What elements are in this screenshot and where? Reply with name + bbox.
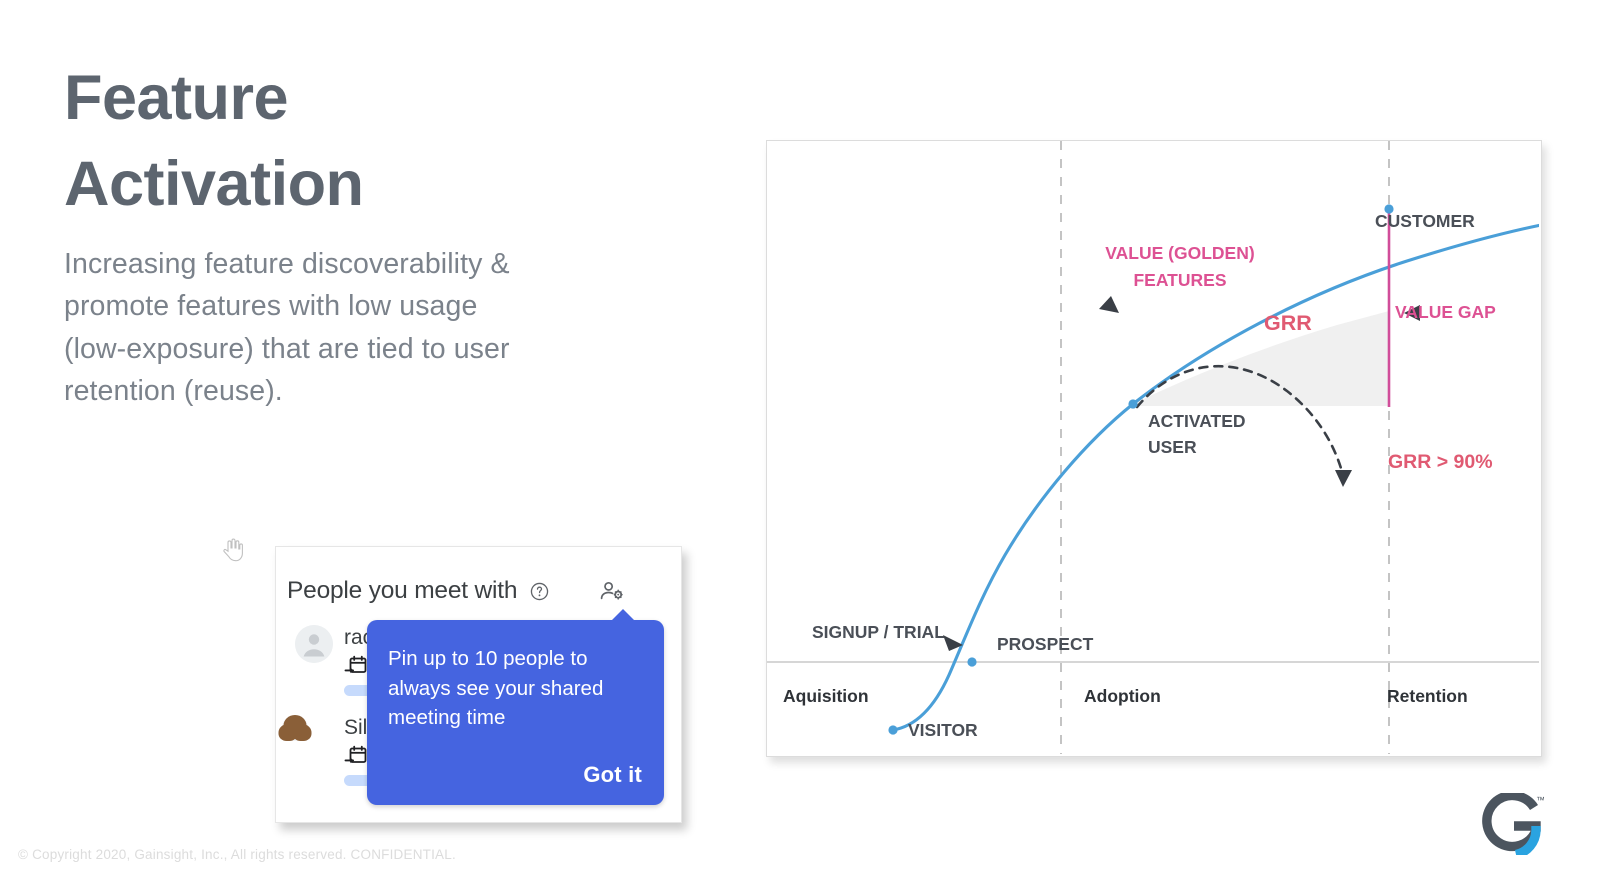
stage-label-acquisition: Aquisition	[783, 686, 869, 706]
card-header: People you meet with	[287, 575, 669, 607]
page-description: Increasing feature discoverability & pro…	[64, 248, 510, 408]
stage-label-retention: Retention	[1387, 686, 1468, 706]
milestone-label-line-1: ACTIVATED	[1148, 411, 1246, 431]
card-title: People you meet with	[287, 577, 518, 604]
grr-region	[1133, 311, 1389, 406]
annotation-signup-trial: SIGNUP / TRIAL	[812, 622, 945, 642]
page-title-line-2: Activation	[64, 148, 364, 219]
churn-arrowhead	[1335, 470, 1352, 487]
tooltip-message: Pin up to 10 people to always see your s…	[388, 647, 604, 730]
gainsight-logo: ™	[1478, 790, 1545, 860]
value-curve	[891, 223, 1539, 732]
onboarding-tooltip: Pin up to 10 people to always see your s…	[367, 609, 664, 805]
milestone-dot-prospect	[967, 657, 977, 667]
list-item-label: Sil	[344, 716, 368, 739]
milestone-dot-visitor	[888, 725, 898, 735]
milestone-label-prospect: PROSPECT	[997, 634, 1094, 654]
milestone-label-visitor: VISITOR	[908, 720, 978, 740]
annotation-grr: GRR	[1264, 311, 1312, 335]
annotation-value-gap: VALUE GAP	[1395, 302, 1496, 322]
annotation-grr-threshold: GRR > 90%	[1388, 451, 1493, 473]
stage-label-adoption: Adoption	[1084, 686, 1161, 706]
annotation-value-golden-features: VALUE (GOLDEN) FEATURES	[1105, 240, 1255, 294]
milestone-label-activated-user: ACTIVATED USER	[1148, 408, 1246, 461]
milestone-label-customer: CUSTOMER	[1375, 211, 1475, 231]
person-gear-icon[interactable]	[599, 579, 625, 603]
footer-copyright: © Copyright 2020, Gainsight, Inc., All r…	[18, 847, 456, 862]
help-circle-icon[interactable]	[529, 581, 550, 602]
milestone-label-line-2: USER	[1148, 437, 1197, 458]
hand-cursor-icon	[221, 538, 243, 562]
annotation-line-1: VALUE (GOLDEN)	[1105, 243, 1255, 263]
milestone-dot-activated	[1128, 399, 1138, 409]
avatar	[295, 625, 333, 663]
got-it-button[interactable]: Got it	[583, 762, 642, 788]
page-title-line-1: Feature	[64, 63, 289, 133]
golden-features-arrow	[1099, 296, 1119, 313]
svg-text:™: ™	[1536, 795, 1544, 805]
annotation-line-2: FEATURES	[1133, 270, 1227, 291]
page-title: Feature Activation	[64, 56, 624, 227]
